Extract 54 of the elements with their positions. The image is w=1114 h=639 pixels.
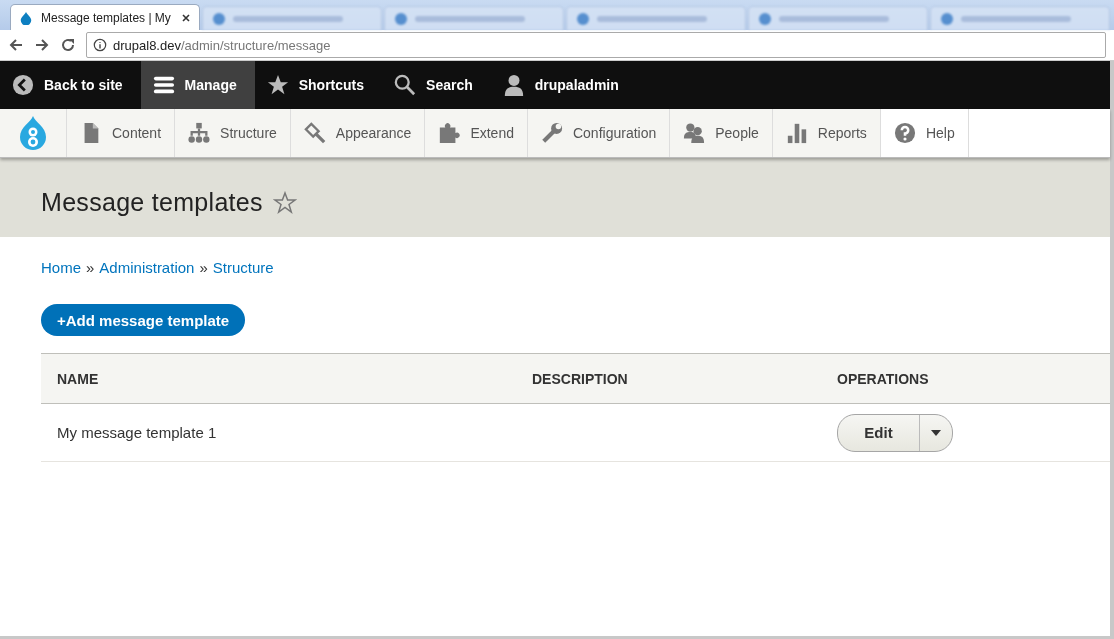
column-header: NAME [56,370,100,387]
address-field[interactable]: drupal8.dev/admin/structure/message [86,32,1106,58]
bar-chart-icon [785,122,808,144]
wrench-icon [540,122,563,144]
breadcrumb-separator: » [86,259,95,276]
breadcrumb-link[interactable]: Administration [99,259,195,276]
tray-menu-item[interactable]: Structure [175,109,291,157]
breadcrumb-separator: » [199,259,208,276]
add-button[interactable]: +Add message template [41,304,246,336]
breadcrumb-link[interactable]: Structure [212,259,274,276]
toolbar-item[interactable]: drupaladmin [490,61,637,109]
tray-menu-item[interactable]: Help [880,109,969,157]
toolbar-item[interactable]: Shortcuts [254,61,383,109]
drop-logo-icon[interactable] [18,115,48,151]
tray-menu-item[interactable]: Appearance [290,109,426,157]
star-icon [266,74,289,96]
toolbar-item[interactable]: Back to site [0,61,141,109]
url-text: drupal8.dev/admin/structure/message [113,37,331,53]
help-icon [893,122,916,144]
people-icon [683,122,706,144]
tray-menu-item[interactable]: Content [67,109,176,157]
toolbar-item[interactable]: Search [382,61,491,109]
close-icon[interactable] [181,12,191,23]
table-cell-text: My message template 1 [56,424,218,441]
info-icon [93,38,107,52]
caret-icon [931,429,941,436]
tray-menu-item[interactable]: Extend [425,109,528,157]
tray-menu-item[interactable]: Reports [772,109,881,157]
background-tab[interactable] [384,6,564,30]
home-button[interactable] [0,109,67,157]
page-title: Message templates [41,188,263,217]
column-header: DESCRIPTION [532,370,629,387]
column-header: OPERATIONS [837,370,930,387]
hierarchy-icon [188,122,211,144]
background-tab[interactable] [930,6,1110,30]
drop-icon [19,10,33,25]
reload-icon[interactable] [60,37,76,53]
forward-arrow-icon[interactable] [34,37,50,53]
tray-menu-item[interactable]: People [670,109,773,157]
star-icon[interactable] [272,190,297,215]
background-tab[interactable] [566,6,746,30]
breadcrumb-link[interactable]: Home [41,259,81,276]
brush-icon [303,122,326,144]
toolbar-item[interactable]: Manage [140,61,255,109]
tray-menu-item[interactable]: Configuration [527,109,671,157]
menu-icon [152,74,175,96]
user-icon [502,74,525,96]
back-arrow-icon[interactable] [8,37,24,53]
browser-tab[interactable]: Message templates | My [10,4,200,30]
puzzle-icon [438,122,461,144]
search-icon [394,74,417,96]
background-tab[interactable] [202,6,382,30]
back-icon [12,74,34,96]
background-tab[interactable] [748,6,928,30]
